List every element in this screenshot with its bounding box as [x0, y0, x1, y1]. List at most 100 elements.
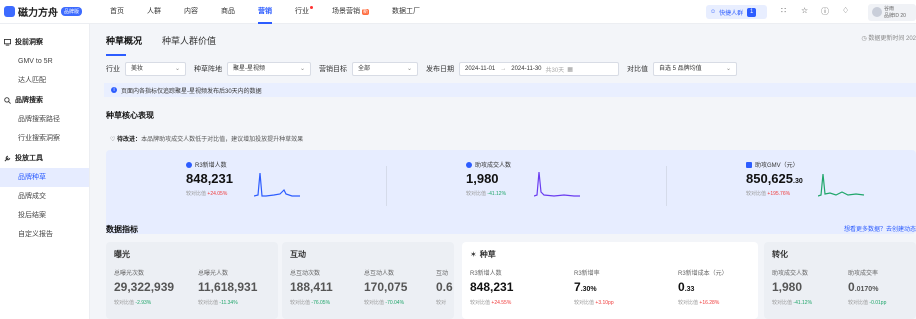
- kpi-comp-label: 较对比值: [466, 191, 487, 197]
- chevron-down-icon: ⌄: [725, 66, 731, 72]
- top-bar: 磁力方舟 品牌版 首页 人群 内容 商品 营销 行业 场景营销新 数据工厂 ☺ …: [0, 0, 916, 24]
- user-name: 谷雨: [884, 6, 895, 12]
- kpi-value: 850,625: [746, 171, 793, 186]
- nav-scene-marketing[interactable]: 场景营销新: [332, 0, 370, 24]
- metric-label: 总互动人数: [364, 271, 395, 277]
- nav-label: 商品: [221, 7, 235, 15]
- notification-dot: [310, 5, 313, 9]
- metric-value: 188,411: [290, 280, 333, 294]
- position-value: 聚星-星视频: [233, 66, 265, 72]
- core-section-title: 种草核心表现: [106, 111, 154, 120]
- monitor-icon: [4, 38, 11, 46]
- date-range-picker[interactable]: 2024-11-01 → 2024-11-30 共30天 ▦: [459, 62, 619, 76]
- star-icon[interactable]: ☆: [801, 6, 808, 15]
- kpi-label: R3新增人数: [195, 163, 227, 169]
- sidebar-group-label: 投放工具: [15, 155, 43, 162]
- bell-icon[interactable]: ♢: [842, 6, 849, 15]
- metric-comp-label: 较对比值: [848, 300, 869, 306]
- metric-comp-label: 较对比值: [114, 300, 135, 306]
- notice-text: 页面内各指标仅追踪聚星-星视频发布后30天内的数据: [121, 88, 262, 95]
- metric-comp-label: 较对比值: [574, 300, 595, 306]
- user-menu[interactable]: 谷雨 品牌ID 20: [868, 4, 916, 21]
- nav-industry[interactable]: 行业: [295, 0, 313, 24]
- sidebar-item-industry-search[interactable]: 行业搜索洞察: [0, 129, 89, 148]
- metric-r3-rate: R3新增率 7.30% 较对比值 +3.10pp: [574, 268, 614, 306]
- card-interaction[interactable]: 互动 总互动次数 188,411 较对比值 -76.05% 总互动人数 170,…: [282, 242, 454, 319]
- tab-grass-overview[interactable]: 种草概况: [106, 34, 142, 56]
- metric-label: 总曝光人数: [198, 271, 229, 277]
- kpi-r3-new[interactable]: R3新增人数 848,231 较对比值 +24.05%: [186, 160, 233, 197]
- metric-comp-value: -41.12%: [793, 300, 813, 306]
- sidebar-item-kol-match[interactable]: 达人匹配: [0, 71, 89, 90]
- kpi-assist-gmv[interactable]: 助攻GMV（元） 850,625.30 较对比值 +195.76%: [746, 160, 803, 197]
- metric-r3-new: R3新增人数 848,231 较对比值 +24.55%: [470, 268, 513, 306]
- metric-comp-label: 较对比值: [290, 300, 311, 306]
- nav-label: 场景营销: [332, 7, 360, 15]
- nav-goods[interactable]: 商品: [221, 0, 235, 24]
- kpi-assist-deal[interactable]: 助攻成交人数 1,980 较对比值 -41.12%: [466, 160, 511, 197]
- metric-value: 0: [848, 280, 855, 294]
- chevron-down-icon: ⌄: [299, 66, 305, 72]
- sidebar-group-insight[interactable]: 投前洞察: [0, 32, 89, 52]
- metric-assist-deal-users: 助攻成交人数 1,980 较对比值 -41.12%: [772, 268, 812, 306]
- metric-cards: 曝光 总曝光次数 29,322,939 较对比值 -2.93% 总曝光人数 11…: [106, 242, 916, 319]
- sidebar-group-search[interactable]: 品牌搜索: [0, 90, 89, 110]
- sidebar-item-custom-report[interactable]: 自定义报告: [0, 225, 89, 244]
- sidebar-item-brand-deal[interactable]: 品牌成交: [0, 187, 89, 206]
- quick-audience-label: 快捷人群: [719, 10, 744, 17]
- apps-grid-icon[interactable]: ∷: [781, 6, 786, 15]
- card-grass[interactable]: ✶ 种草 R3新增人数 848,231 较对比值 +24.55% R3新增率 7.…: [462, 242, 758, 319]
- quick-audience-button[interactable]: ☺ 快捷人群 1: [706, 5, 767, 19]
- nav-content[interactable]: 内容: [184, 0, 198, 24]
- card-conversion[interactable]: 转化 助攻成交人数 1,980 较对比值 -41.12% 助攻成交率 0.017…: [764, 242, 916, 319]
- create-dynamic-link[interactable]: 想看更多数据？去创建动态: [844, 224, 916, 233]
- nav-label: 行业: [295, 7, 309, 15]
- sidebar-item-brand-grass[interactable]: 品牌种草: [0, 168, 89, 187]
- goal-label: 营销目标: [319, 66, 347, 73]
- nav-data-factory[interactable]: 数据工厂: [392, 0, 420, 24]
- metric-label: R3新增成本（元）: [678, 271, 728, 277]
- nav-label: 首页: [110, 7, 124, 15]
- metric-comp-value: -0.01pp: [869, 300, 887, 306]
- kpi-divider: [666, 166, 667, 206]
- metric-total-interactions: 总互动次数 188,411 较对比值 -76.05%: [290, 268, 333, 306]
- metric-value: 0: [678, 280, 685, 294]
- nav-home[interactable]: 首页: [110, 0, 124, 24]
- compare-select[interactable]: 自选 5 品牌均值 ⌄: [653, 62, 737, 76]
- position-select[interactable]: 聚星-星视频 ⌄: [227, 62, 311, 76]
- goal-select[interactable]: 全部 ⌄: [352, 62, 418, 76]
- metric-comp-label: 较对比值: [678, 300, 699, 306]
- kpi-comp-value: +195.76%: [767, 191, 791, 197]
- metric-label: 助攻成交人数: [772, 271, 809, 277]
- main-nav: 首页 人群 内容 商品 营销 行业 场景营销新 数据工厂: [110, 0, 443, 24]
- sparkline-line: [818, 173, 865, 197]
- metric-value: 848,231: [470, 280, 514, 294]
- compare-label: 对比值: [627, 66, 648, 73]
- sidebar-group-tools[interactable]: 投放工具: [0, 148, 89, 168]
- metrics-section-title: 数据指标: [106, 225, 138, 234]
- metric-total-exposures: 总曝光次数 29,322,939 较对比值 -2.93%: [114, 268, 174, 306]
- user-icon: [466, 161, 472, 168]
- metric-label: 总互动次数: [290, 271, 321, 277]
- position-label: 种草阵地: [194, 66, 222, 73]
- industry-select[interactable]: 美妆 ⌄: [125, 62, 186, 76]
- main-content: 种草概况 种草人群价值 ◷ 数据更新时间 202 行业 美妆 ⌄ 种草阵地 聚星-…: [96, 24, 916, 319]
- metric-comp-label: 较对比值: [364, 300, 385, 306]
- nav-label: 数据工厂: [392, 7, 421, 15]
- tab-grass-audience-value[interactable]: 种草人群价值: [162, 34, 216, 56]
- sidebar-item-post-report[interactable]: 投后结案: [0, 206, 89, 225]
- nav-audience[interactable]: 人群: [147, 0, 161, 24]
- nav-marketing[interactable]: 营销: [258, 0, 272, 24]
- date-label: 发布日期: [426, 66, 454, 73]
- pin-icon: [746, 161, 752, 168]
- help-icon[interactable]: ⓘ: [821, 6, 829, 17]
- sidebar-item-brand-search-path[interactable]: 品牌搜索路径: [0, 110, 89, 129]
- kpi-value: 1,980: [466, 171, 499, 186]
- info-icon: i: [111, 87, 117, 93]
- sidebar-item-gmv[interactable]: GMV to 5R: [0, 52, 89, 71]
- sidebar: 投前洞察 GMV to 5R 达人匹配 品牌搜索 品牌搜索路径 行业搜索洞察 投…: [0, 24, 90, 319]
- kpi-comp-value: +24.05%: [207, 191, 228, 197]
- card-exposure[interactable]: 曝光 总曝光次数 29,322,939 较对比值 -2.93% 总曝光人数 11…: [106, 242, 278, 319]
- metric-comp-label: 较对比值: [198, 300, 219, 306]
- logo[interactable]: 磁力方舟 品牌版: [0, 4, 96, 19]
